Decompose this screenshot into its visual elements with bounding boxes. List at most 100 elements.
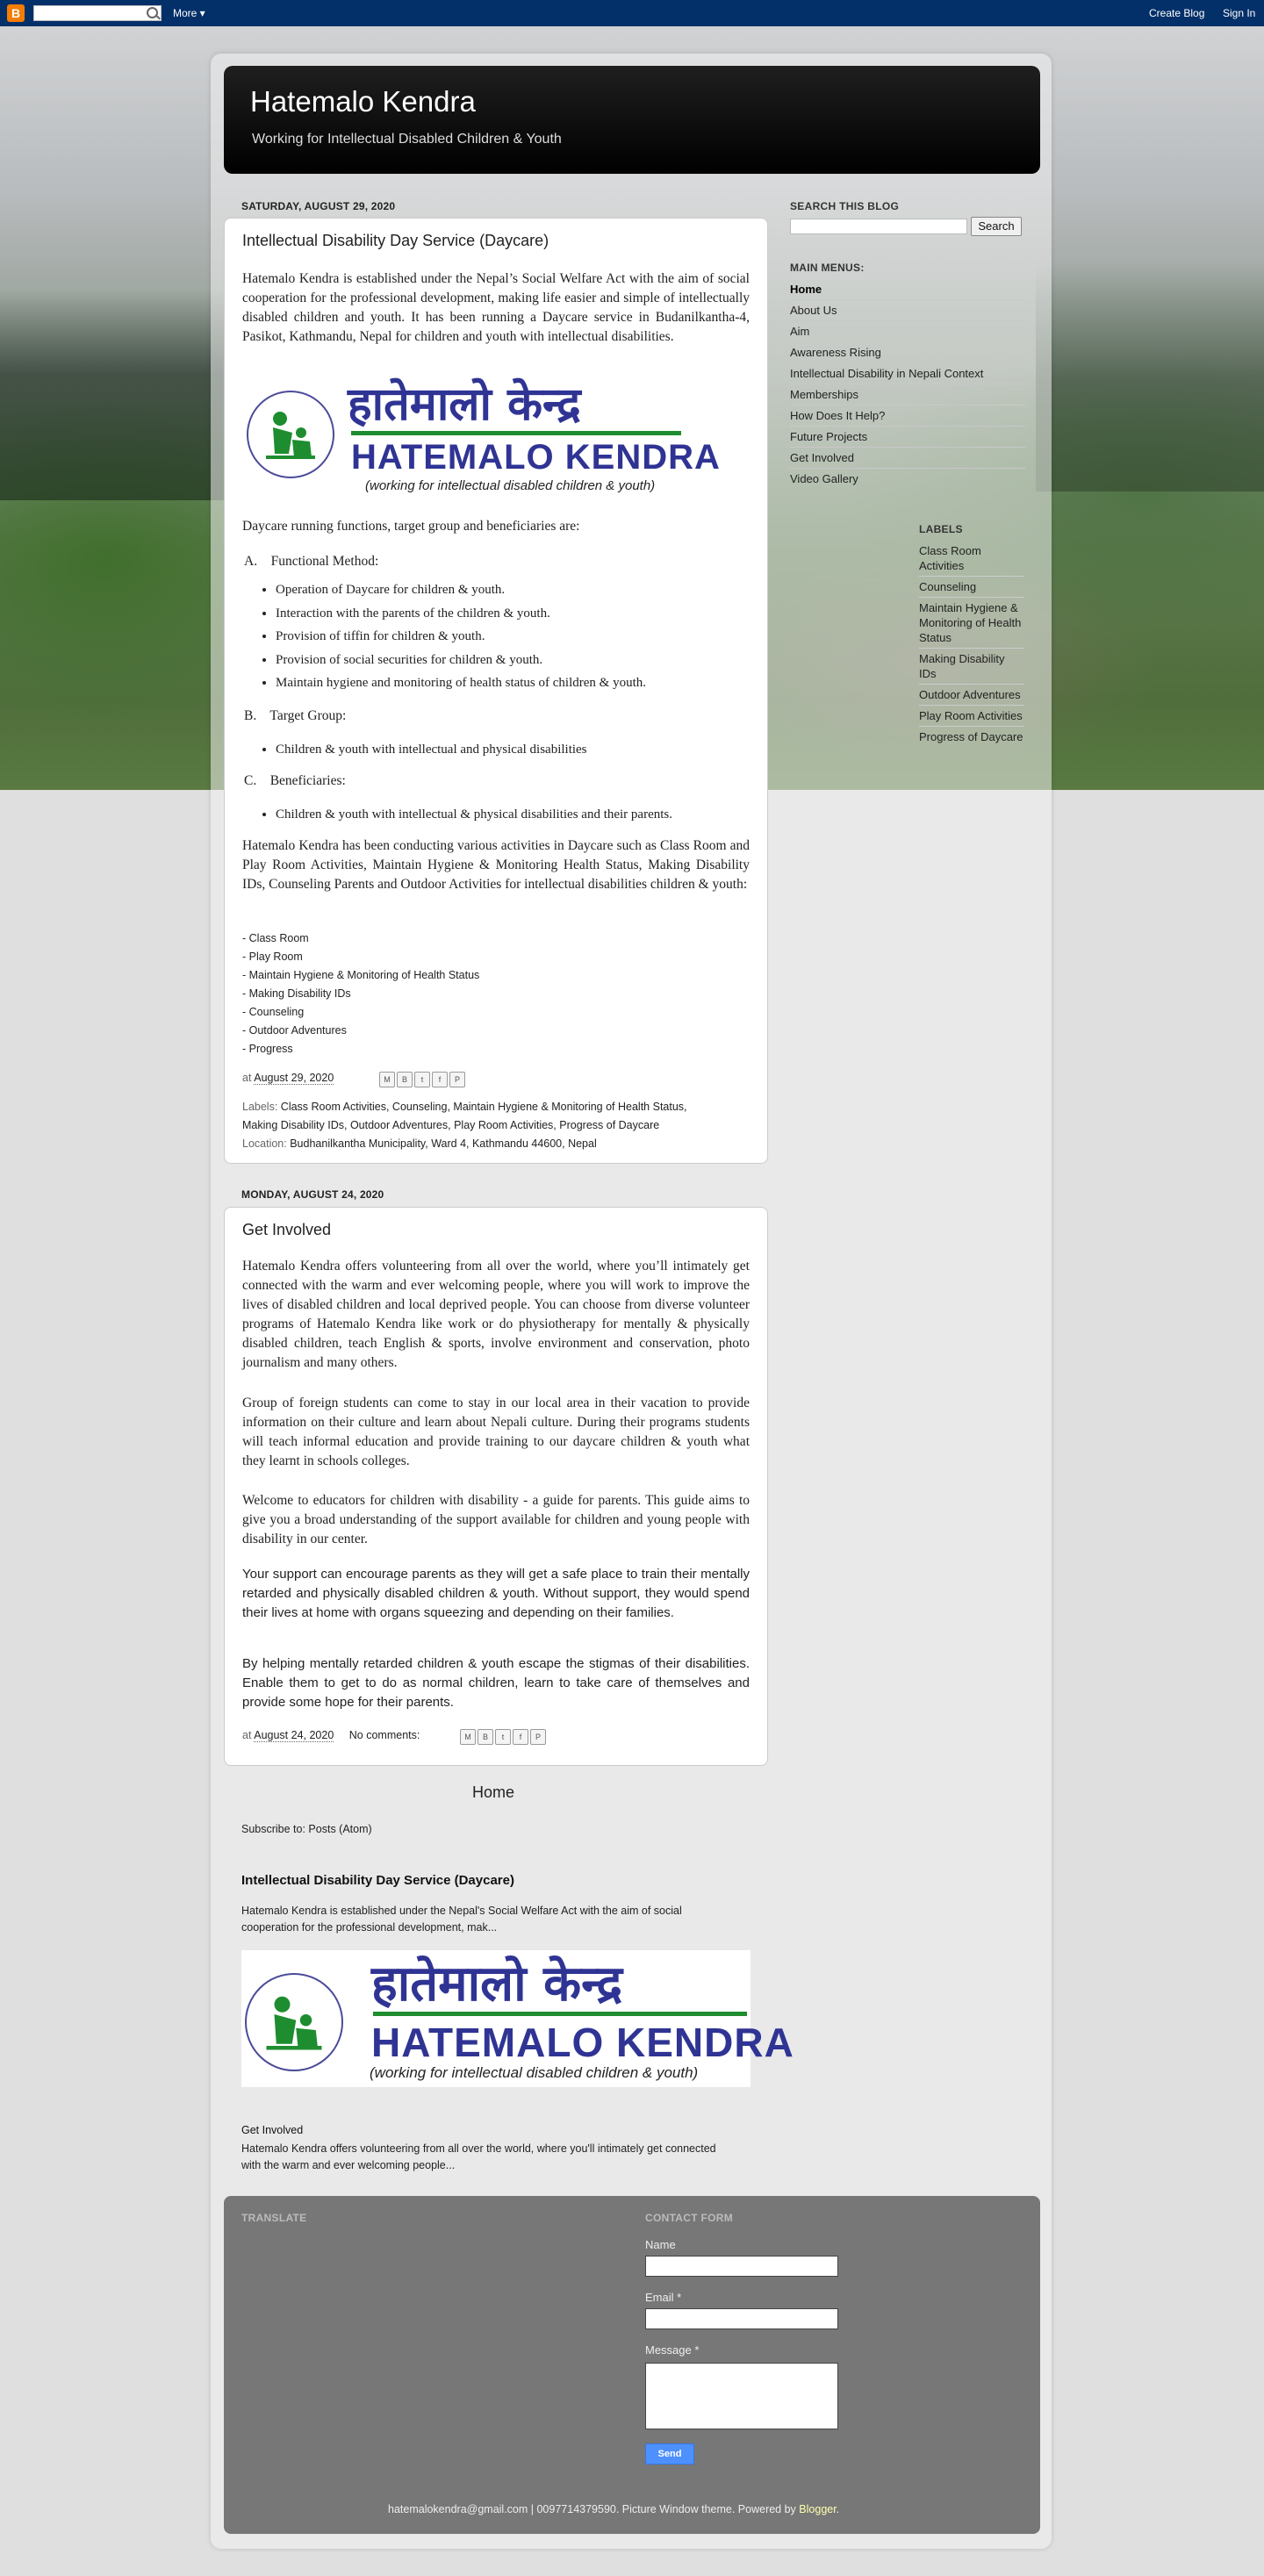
pinterest-share-icon[interactable]: P (449, 1072, 465, 1087)
email-field[interactable] (645, 2308, 838, 2329)
post-date-header: MONDAY, AUGUST 24, 2020 (241, 1188, 384, 1201)
logo-devanagari-text: हातेमालो केन्द्र (348, 378, 581, 431)
menu-item-memberships[interactable]: Memberships (790, 384, 1025, 405)
popular-post-title[interactable]: Get Involved (241, 2124, 303, 2136)
post-card: Get Involved Hatemalo Kendra offers volu… (224, 1207, 768, 1766)
labels-list: Class Room Activities Counseling Maintai… (919, 541, 1024, 747)
search-button[interactable]: Search (971, 217, 1022, 236)
main-menus-heading: MAIN MENUS: (790, 262, 865, 274)
labels-links-line1[interactable]: Class Room Activities, Counseling, Maint… (281, 1101, 687, 1113)
message-label: Message * (645, 2343, 700, 2357)
email-share-icon[interactable]: M (460, 1729, 476, 1745)
blog-this-icon[interactable]: B (478, 1729, 493, 1745)
blogger-logo-icon[interactable]: B (7, 4, 25, 22)
section-a-list: Operation of Daycare for children & yout… (242, 578, 767, 695)
blog-header: Hatemalo Kendra Working for Intellectual… (224, 66, 1040, 174)
popular-post-thumbnail[interactable]: हातेमालो केन्द्र HATEMALO KENDRA (workin… (241, 1950, 794, 2087)
blog-search-input[interactable] (790, 219, 967, 234)
list-item: - Counseling (242, 1006, 305, 1018)
twitter-share-icon[interactable]: t (414, 1072, 430, 1087)
logo-tagline: (working for intellectual disabled child… (370, 2064, 699, 2081)
at-label: at (242, 1729, 252, 1741)
email-share-icon[interactable]: M (379, 1072, 395, 1087)
labels-heading: LABELS (919, 523, 963, 535)
list-item: Children & youth with intellectual & phy… (276, 803, 767, 827)
menu-item-intellectual-disability[interactable]: Intellectual Disability in Nepali Contex… (790, 363, 1025, 384)
logo-tagline: (working for intellectual disabled child… (365, 478, 656, 493)
name-field[interactable] (645, 2256, 838, 2277)
label-link[interactable]: Making Disability IDs (919, 649, 1024, 685)
translate-heading: TRANSLATE (241, 2212, 307, 2224)
share-buttons: M B t f P (460, 1729, 546, 1745)
list-item: - Making Disability IDs (242, 987, 351, 1000)
section-b-heading: B. Target Group: (244, 708, 347, 723)
email-label: Email * (645, 2291, 682, 2304)
more-menu[interactable]: More ▾ (173, 7, 205, 19)
hatemalo-logo: हातेमालो केन्द्र HATEMALO KENDRA (workin… (242, 377, 734, 499)
twitter-share-icon[interactable]: t (495, 1729, 511, 1745)
post-paragraph: Welcome to educators for children with d… (242, 1493, 750, 1546)
section-c-list: Children & youth with intellectual & phy… (242, 803, 767, 827)
section-b-list: Children & youth with intellectual and p… (242, 738, 767, 762)
menu-item-future-projects[interactable]: Future Projects (790, 427, 1025, 448)
post-footer-meta: at August 24, 2020 No comments: (242, 1729, 420, 1742)
label-link[interactable]: Maintain Hygiene & Monitoring of Health … (919, 598, 1024, 649)
post-timestamp-link[interactable]: August 24, 2020 (254, 1729, 334, 1742)
list-item: - Outdoor Adventures (242, 1024, 347, 1037)
menu-item-about-us[interactable]: About Us (790, 300, 1025, 321)
menu-item-aim[interactable]: Aim (790, 321, 1025, 342)
label-link[interactable]: Counseling (919, 577, 1024, 598)
logo-emblem-icon (247, 391, 334, 478)
post-paragraph: By helping mentally retarded children & … (242, 1656, 750, 1710)
logo-latin-text: HATEMALO KENDRA (351, 438, 721, 477)
post-timestamp-link[interactable]: August 29, 2020 (254, 1072, 334, 1085)
footer-panel: TRANSLATE CONTACT FORM Name Email * Mess… (224, 2196, 1040, 2534)
menu-item-home[interactable]: Home (790, 279, 1025, 300)
post-title[interactable]: Get Involved (242, 1221, 331, 1239)
menu-item-awareness-rising[interactable]: Awareness Rising (790, 342, 1025, 363)
post-date-header: SATURDAY, AUGUST 29, 2020 (241, 200, 396, 212)
comments-link[interactable]: No comments: (349, 1729, 420, 1741)
location-link[interactable]: Budhanilkantha Municipality, Ward 4, Kat… (290, 1137, 597, 1150)
blog-this-icon[interactable]: B (397, 1072, 413, 1087)
at-label: at (242, 1072, 252, 1084)
facebook-share-icon[interactable]: f (513, 1729, 528, 1745)
blog-title[interactable]: Hatemalo Kendra (250, 85, 476, 118)
blogger-navbar: B More ▾ Create Blog Sign In (0, 0, 1264, 26)
home-link[interactable]: Home (472, 1783, 514, 1802)
label-link[interactable]: Play Room Activities (919, 706, 1024, 727)
main-menu-list: Home About Us Aim Awareness Rising Intel… (790, 279, 1025, 489)
label-link[interactable]: Progress of Daycare (919, 727, 1024, 747)
logo-devanagari-text: हातेमालो केन्द्र (371, 1955, 623, 2013)
post-footer-meta: at August 29, 2020 (242, 1072, 334, 1085)
facebook-share-icon[interactable]: f (432, 1072, 448, 1087)
create-blog-link[interactable]: Create Blog (1149, 7, 1204, 19)
message-textarea[interactable] (645, 2363, 838, 2429)
menu-item-get-involved[interactable]: Get Involved (790, 448, 1025, 469)
post-paragraph: Hatemalo Kendra offers volunteering from… (242, 1259, 750, 1370)
section-a-heading: A. Functional Method: (244, 554, 379, 569)
label-link[interactable]: Class Room Activities (919, 541, 1024, 577)
post-paragraph: Your support can encourage parents as th… (242, 1567, 750, 1620)
menu-item-how-does-it-help[interactable]: How Does It Help? (790, 405, 1025, 427)
pinterest-share-icon[interactable]: P (530, 1729, 546, 1745)
popular-post-title[interactable]: Intellectual Disability Day Service (Day… (241, 1873, 514, 1888)
background-trees-right (1036, 263, 1264, 492)
list-item: - Class Room (242, 932, 309, 944)
send-button[interactable]: Send (645, 2443, 694, 2465)
blogger-link[interactable]: Blogger (799, 2503, 836, 2515)
list-item: - Maintain Hygiene & Monitoring of Healt… (242, 969, 480, 981)
menu-item-video-gallery[interactable]: Video Gallery (790, 469, 1025, 489)
subscribe-link[interactable]: Subscribe to: Posts (Atom) (241, 1823, 372, 1835)
list-item: Children & youth with intellectual and p… (276, 738, 767, 762)
navbar-search-input[interactable] (33, 5, 162, 21)
labels-links-line2[interactable]: Making Disability IDs, Outdoor Adventure… (242, 1119, 659, 1131)
logo-latin-text: HATEMALO KENDRA (371, 2020, 794, 2065)
post-paragraph: Group of foreign students can come to st… (242, 1396, 750, 1468)
blog-description: Working for Intellectual Disabled Childr… (252, 132, 562, 147)
label-link[interactable]: Outdoor Adventures (919, 685, 1024, 706)
logo-green-rule (351, 431, 681, 435)
sign-in-link[interactable]: Sign In (1223, 7, 1255, 19)
post-title[interactable]: Intellectual Disability Day Service (Day… (242, 232, 549, 250)
search-icon[interactable] (147, 7, 158, 18)
